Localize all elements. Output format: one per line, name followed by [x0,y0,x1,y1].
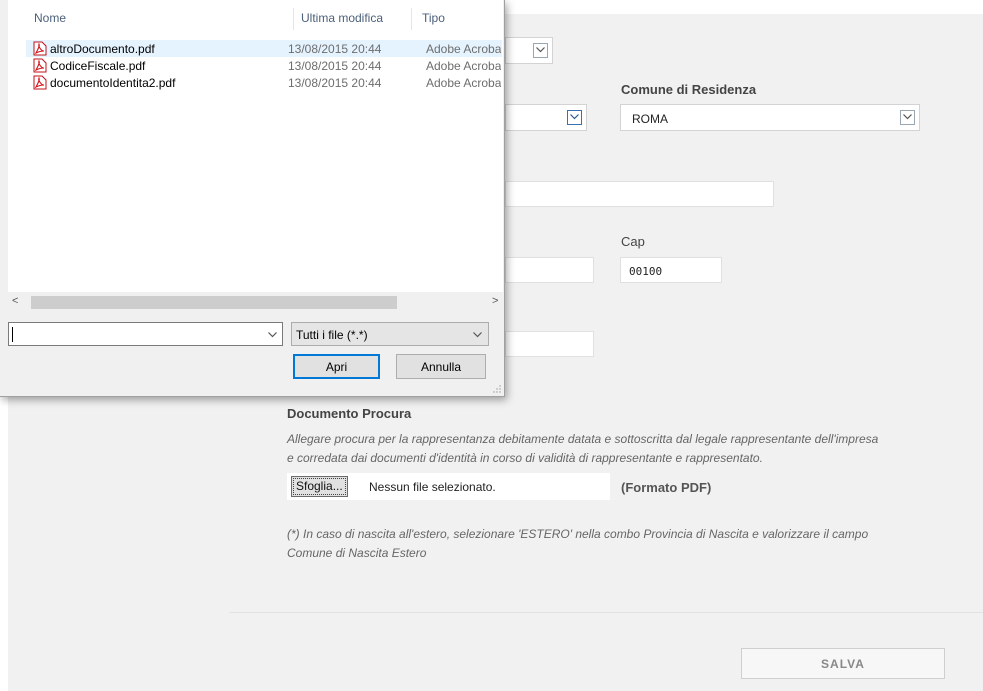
comune-residenza-value: ROMA [632,112,668,126]
file-row[interactable]: documentoIdentita2.pdf 13/08/2015 20:44 … [26,74,502,91]
indirizzo-input[interactable] [505,181,774,207]
no-file-selected-text: Nessun file selezionato. [369,480,496,494]
file-row[interactable]: CodiceFiscale.pdf 13/08/2015 20:44 Adobe… [26,57,502,74]
column-header-modified[interactable]: Ultima modifica [301,0,383,34]
file-type: Adobe Acrobat Document [426,76,501,90]
cap-input[interactable]: 00100 [620,257,722,283]
column-header-name[interactable]: Nome [34,0,66,34]
chevron-down-icon[interactable] [533,43,548,58]
documento-procura-description-line-2: e corredata dai documenti d'identità in … [287,451,763,465]
provincia-residenza-select-partial[interactable] [505,104,587,131]
pdf-file-icon [33,58,47,73]
file-name: documentoIdentita2.pdf [50,76,176,90]
file-modified: 13/08/2015 20:44 [288,59,382,73]
procura-file-input[interactable]: Sfoglia... Nessun file selezionato. [287,473,610,500]
format-hint: (Formato PDF) [621,480,712,495]
file-name: CodiceFiscale.pdf [50,59,146,73]
file-type: Adobe Acrobat Document [426,42,501,56]
horizontal-scrollbar[interactable]: < > [8,294,503,311]
file-type: Adobe Acrobat Document [426,59,501,73]
scroll-right-arrow-icon[interactable]: > [492,295,498,307]
comune-residenza-select[interactable]: ROMA [620,104,920,131]
comune-residenza-label: Comune di Residenza [621,82,757,97]
provincia-select-partial[interactable] [505,37,553,64]
pdf-file-icon [33,75,47,90]
file-open-dialog: Nome Ultima modifica Tipo altroDocumento… [0,0,505,397]
file-type-filter-value: Tutti i file (*.*) [296,328,368,342]
scrollbar-thumb[interactable] [31,296,397,309]
documento-procura-description-line-1: Allegare procura per la rappresentanza d… [287,432,879,446]
documento-procura-label: Documento Procura [287,406,412,421]
file-type-filter-select[interactable]: Tutti i file (*.*) [291,322,489,346]
save-button[interactable]: SALVA [741,648,945,679]
chevron-down-icon[interactable] [567,110,582,125]
chevron-down-icon[interactable] [268,332,277,338]
cap-value: 00100 [629,265,663,278]
file-list[interactable]: Nome Ultima modifica Tipo altroDocumento… [8,0,503,292]
browse-button[interactable]: Sfoglia... [291,476,348,497]
chevron-down-icon[interactable] [473,332,482,338]
note-line-2: Comune di Nascita Estero [287,546,427,560]
resize-grip-icon[interactable] [493,385,501,393]
file-modified: 13/08/2015 20:44 [288,42,382,56]
file-name-combobox[interactable] [8,322,283,346]
note-line-1: (*) In caso di nascita all'estero, selez… [287,527,869,541]
column-separator[interactable] [293,8,294,30]
open-button[interactable]: Apri [293,354,380,379]
telefono-input[interactable] [505,331,594,357]
text-caret [12,327,13,342]
cap-label: Cap [621,234,645,249]
chevron-down-icon[interactable] [900,110,915,125]
civico-input[interactable] [505,257,594,283]
file-row[interactable]: altroDocumento.pdf 13/08/2015 20:44 Adob… [26,40,502,57]
column-header-type[interactable]: Tipo [422,0,445,34]
scroll-left-arrow-icon[interactable]: < [12,295,18,307]
cancel-button[interactable]: Annulla [396,354,486,379]
file-modified: 13/08/2015 20:44 [288,76,382,90]
file-name: altroDocumento.pdf [50,42,155,56]
pdf-file-icon [33,41,47,56]
column-separator[interactable] [411,8,412,30]
form-divider [229,612,983,613]
